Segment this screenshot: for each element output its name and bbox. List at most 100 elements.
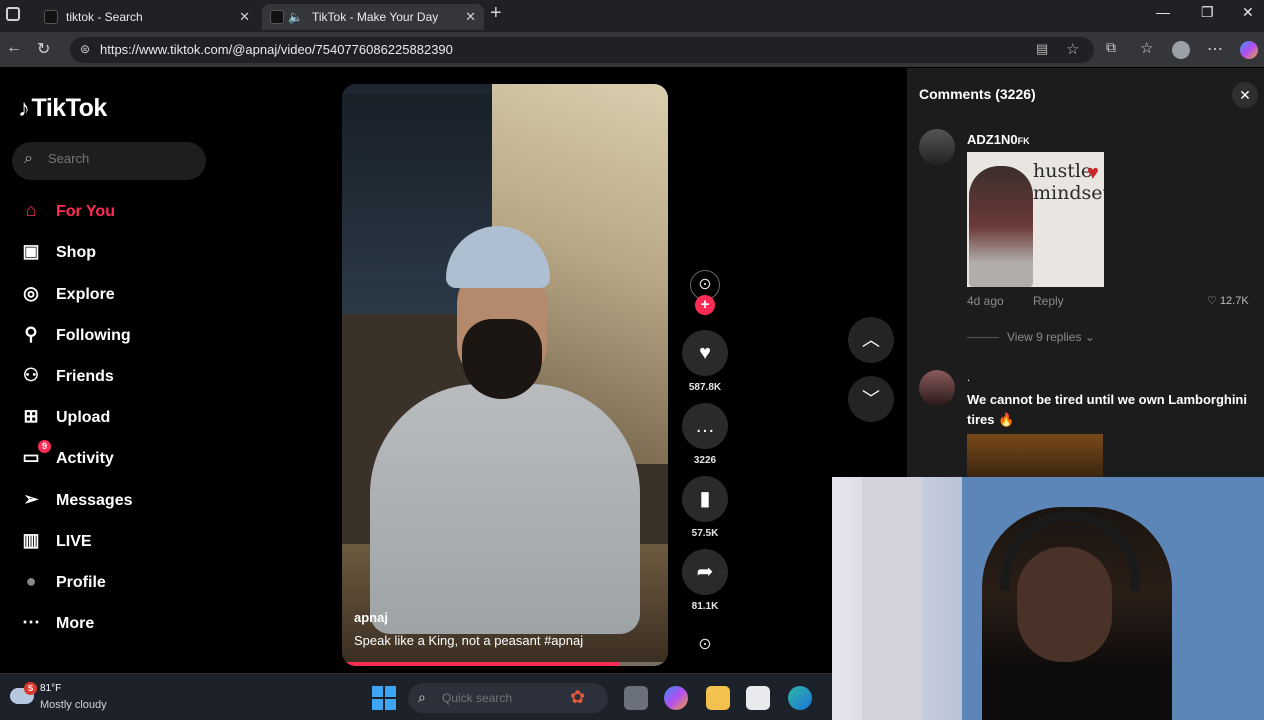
share-arrow-icon[interactable]: ➦ [682, 549, 728, 595]
comment-username[interactable]: . [967, 372, 970, 384]
sidebar-item-explore[interactable]: ◎ Explore [18, 278, 115, 308]
view-replies-button[interactable]: View 9 replies ⌄ [967, 330, 1095, 344]
url-text: https://www.tiktok.com/@apnaj/video/7540… [100, 42, 453, 57]
close-tab-icon[interactable]: ✕ [239, 4, 250, 30]
save-action[interactable]: ▮ 57.5K [682, 476, 728, 539]
video-progress-bar[interactable] [342, 662, 668, 666]
tab-tiktok-video[interactable]: 🔈 TikTok - Make Your Day ✕ [262, 4, 484, 30]
chevron-down-icon: ⌄ [1084, 330, 1095, 344]
search-icon: ⌕ [418, 689, 426, 705]
tiktok-favicon-icon [44, 10, 58, 24]
tab-tiktok-search[interactable]: tiktok - Search ✕ [36, 4, 258, 30]
like-count: 587.8K [688, 382, 722, 393]
task-view-icon[interactable] [624, 686, 648, 710]
site-info-icon[interactable]: ⊜ [80, 42, 90, 56]
comment-image[interactable] [967, 434, 1103, 478]
search-highlight-icon: ✿ [570, 687, 586, 707]
reply-button[interactable]: Reply [1033, 294, 1064, 308]
comment-action[interactable]: … 3226 [682, 403, 728, 466]
webcam-door [862, 477, 922, 720]
video-caption: Speak like a King, not a peasant #apnaj [354, 633, 584, 648]
shop-bag-icon: ▣ [22, 241, 40, 261]
extensions-icon[interactable]: ⧉ [1106, 39, 1116, 56]
close-tab-icon[interactable]: ✕ [465, 4, 476, 30]
copilot-app-icon[interactable] [664, 686, 688, 710]
previous-video-button[interactable]: ︿ [848, 317, 894, 363]
video-person-body [370, 384, 640, 634]
weather-temperature: 81°F [40, 683, 62, 694]
restore-icon[interactable]: ❐ [1201, 4, 1214, 21]
share-count: 81.1K [691, 601, 719, 612]
new-tab-button[interactable]: + [490, 2, 502, 25]
profile-avatar-icon: ● [25, 571, 37, 591]
reader-mode-icon[interactable]: ▤ [1036, 41, 1048, 57]
search-input[interactable] [48, 151, 198, 166]
copilot-icon[interactable] [1240, 41, 1258, 59]
comment-image-figure [969, 166, 1033, 287]
tab-actions-icon[interactable] [6, 7, 20, 21]
comments-title: Comments (3226) [919, 86, 1036, 102]
comment-image[interactable]: hustle mindset ♥ [967, 152, 1104, 287]
comment-username[interactable]: ADZ1N0FK [967, 132, 1030, 147]
bookmark-icon[interactable]: ▮ [682, 476, 728, 522]
sidebar-item-upload[interactable]: ⊞ Upload [18, 401, 110, 431]
weather-alert-badge: S [24, 682, 37, 695]
save-count: 57.5K [691, 528, 719, 539]
speaker-icon[interactable]: 🔈 [288, 4, 303, 30]
search-box[interactable]: ⌕ [12, 142, 206, 180]
close-window-icon[interactable]: ✕ [1242, 4, 1254, 21]
comment-like-button[interactable]: ♡ 12.7K [1207, 294, 1249, 307]
weather-description: Mostly cloudy [40, 699, 107, 711]
file-explorer-icon[interactable] [706, 686, 730, 710]
back-arrow-icon[interactable]: ← [6, 39, 22, 57]
comment-avatar[interactable] [919, 129, 955, 165]
chevron-down-icon: ﹀ [862, 389, 880, 409]
close-comments-button[interactable]: ✕ [1232, 82, 1258, 108]
microsoft-store-icon[interactable] [746, 686, 770, 710]
video-player[interactable]: apnaj Speak like a King, not a peasant #… [342, 84, 668, 666]
sidebar-item-messages[interactable]: ➢ Messages [18, 484, 132, 514]
sound-disc-icon[interactable]: ⊙ [690, 630, 720, 660]
comments-panel: Comments (3226) ✕ ADZ1N0FK hustle mindse… [907, 68, 1264, 478]
comment-avatar[interactable] [919, 370, 955, 406]
windows-start-icon[interactable] [372, 686, 396, 710]
comment-bubble-icon[interactable]: … [682, 403, 728, 449]
sidebar-item-shop[interactable]: ▣ Shop [18, 236, 96, 266]
sidebar-item-live[interactable]: ▥ LIVE [18, 525, 91, 555]
heart-icon[interactable]: ♥ [682, 330, 728, 376]
tiktok-logo[interactable]: ♪TikTok [18, 94, 107, 123]
sidebar-item-activity[interactable]: ▭ Activity 9 [18, 440, 114, 472]
search-icon: ⌕ [24, 150, 33, 167]
profile-avatar-icon[interactable] [1172, 41, 1190, 59]
taskbar-search-input[interactable] [442, 691, 562, 705]
browser-tab-bar: tiktok - Search ✕ 🔈 TikTok - Make Your D… [0, 0, 1264, 32]
next-video-button[interactable]: ﹀ [848, 376, 894, 422]
sidebar-item-profile[interactable]: ● Profile [18, 566, 106, 596]
share-action[interactable]: ➦ 81.1K [682, 549, 728, 612]
tiktok-favicon-icon [270, 10, 284, 24]
like-action[interactable]: ♥ 587.8K [682, 330, 728, 393]
tiktok-note-icon: ♪ [18, 95, 30, 122]
favorites-icon[interactable]: ☆ [1140, 39, 1153, 57]
divider [967, 337, 999, 339]
tab-title: tiktok - Search [66, 10, 143, 24]
sidebar-item-more[interactable]: ⋯ More [18, 607, 94, 637]
sidebar-item-for-you[interactable]: ⌂ For You [18, 195, 115, 225]
follow-button[interactable]: + [695, 295, 715, 315]
menu-dots-icon[interactable]: ⋯ [1207, 39, 1223, 59]
heart-outline-icon: ♡ [1207, 295, 1217, 307]
browser-toolbar: ← ↻ ⊜ https://www.tiktok.com/@apnaj/vide… [0, 32, 1264, 68]
sidebar-item-following[interactable]: ⚲ Following [18, 319, 130, 349]
following-user-icon: ⚲ [24, 324, 38, 344]
taskbar-search[interactable]: ⌕ ✿ [408, 683, 608, 713]
address-bar[interactable]: ⊜ https://www.tiktok.com/@apnaj/video/75… [70, 37, 1094, 63]
video-username[interactable]: apnaj [354, 610, 388, 625]
sidebar-item-friends[interactable]: ⚇ Friends [18, 360, 114, 390]
favorite-star-icon[interactable]: ☆ [1066, 40, 1079, 58]
minimize-icon[interactable]: — [1156, 4, 1170, 20]
edge-browser-icon[interactable] [788, 686, 812, 710]
activity-badge: 9 [38, 440, 51, 453]
refresh-icon[interactable]: ↻ [37, 39, 50, 59]
comment-text: We cannot be tired until we own Lamborgh… [967, 392, 1247, 427]
live-tv-icon: ▥ [22, 530, 40, 550]
